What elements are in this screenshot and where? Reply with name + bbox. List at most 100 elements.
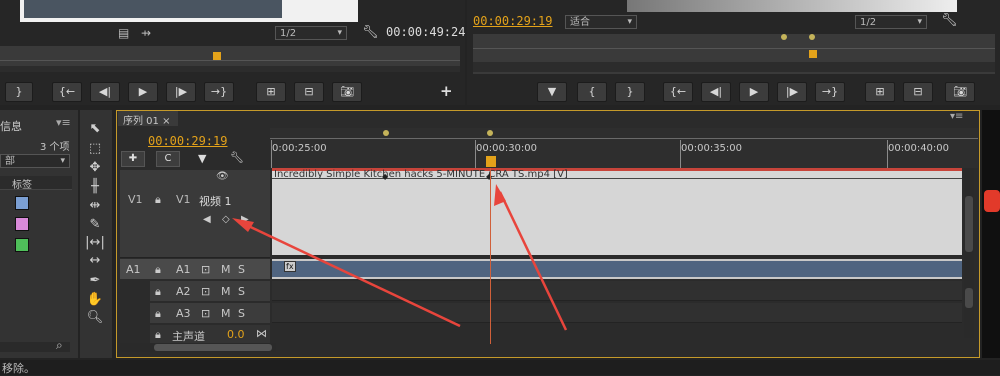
timeline-wrench-icon[interactable]: 🔧︎	[230, 151, 244, 164]
label-column-header[interactable]: 标签	[0, 176, 72, 191]
wrench-icon[interactable]: 🔧︎	[941, 13, 958, 28]
label-swatch-blue[interactable]	[15, 196, 29, 210]
add-marker-icon[interactable]: ▼	[198, 152, 206, 165]
label-swatch-green[interactable]	[15, 238, 29, 252]
prev-keyframe-icon[interactable]: ◀	[203, 214, 211, 225]
a3-sync-icon[interactable]: ⊡	[201, 307, 210, 320]
program-step-forward-button[interactable]: |▶	[777, 82, 807, 102]
slide-tool-icon[interactable]: ↔	[84, 252, 106, 270]
program-go-in-button[interactable]: {←	[663, 82, 693, 102]
source-play-button[interactable]: ▶	[128, 82, 158, 102]
audio-waveform-icon[interactable]: ⇸	[141, 26, 151, 40]
v1-source-label[interactable]: V1	[128, 193, 143, 206]
a2-sync-icon[interactable]: ⊡	[201, 285, 210, 298]
lock-icon[interactable]: 🔒︎	[155, 193, 161, 207]
label-swatch-pink[interactable]	[15, 217, 29, 231]
timeline-ruler[interactable]: 0:00:25:00 00:00:30:00 00:00:35:00 00:00…	[270, 128, 978, 168]
wrench-icon[interactable]: 🔧︎	[362, 25, 379, 40]
playhead-handle[interactable]	[486, 156, 496, 167]
pen-tool-icon[interactable]: ✒	[84, 272, 106, 290]
program-go-out-button[interactable]: →}	[815, 82, 845, 102]
source-insert-button[interactable]: ⊞	[256, 82, 286, 102]
keyframe-icon[interactable]: ◆	[382, 172, 388, 181]
source-zoom-select[interactable]: 1/2	[275, 26, 347, 40]
a2-mute-button[interactable]: M	[221, 285, 231, 298]
lock-icon[interactable]: 🔒︎	[155, 307, 161, 321]
a1-source-label[interactable]: A1	[126, 263, 141, 276]
a1-solo-button[interactable]: S	[238, 263, 245, 276]
timeline-horizontal-scrollbar[interactable]	[120, 343, 276, 352]
selection-tool-icon[interactable]: ⬉	[84, 120, 106, 138]
rate-stretch-tool-icon[interactable]: ⇹	[84, 197, 106, 215]
out-point-marker-icon[interactable]	[487, 130, 493, 136]
timeline-menu-icon[interactable]: ▾≡	[950, 111, 963, 122]
program-extract-button[interactable]: ⊟	[903, 82, 933, 102]
film-icon[interactable]: ▤	[118, 26, 129, 40]
master-volume-value[interactable]: 0.0	[227, 328, 245, 341]
razor-tool-icon[interactable]: ✎	[84, 216, 106, 234]
zoom-tool-icon[interactable]: 🔍︎	[84, 309, 106, 327]
a2-target-label[interactable]: A2	[176, 285, 191, 298]
bin-select[interactable]: 部	[0, 154, 70, 168]
slip-tool-icon[interactable]: |↔|	[84, 234, 106, 252]
program-mini-ruler[interactable]	[473, 34, 995, 74]
linked-selection-button[interactable]: C	[156, 151, 180, 167]
hand-tool-icon[interactable]: ✋	[84, 291, 106, 309]
next-keyframe-icon[interactable]: ▶	[241, 214, 249, 225]
info-tab[interactable]: 信息	[0, 118, 22, 134]
source-go-out-button[interactable]: →}	[204, 82, 234, 102]
project-panel: 信息 ▾≡ 3 个项 部 标签 ⌕	[0, 110, 78, 358]
source-add-button-icon[interactable]: +	[440, 82, 453, 100]
timeline-vertical-scrollbar[interactable]	[964, 168, 974, 338]
program-mark-out-button[interactable]: }	[615, 82, 645, 102]
timeline-timecode[interactable]: 00:00:29:19	[148, 134, 227, 148]
a1-target-label[interactable]: A1	[176, 263, 191, 276]
rolling-edit-tool-icon[interactable]: ╫	[84, 178, 106, 196]
program-mark-in-button[interactable]: {	[577, 82, 607, 102]
a3-mute-button[interactable]: M	[221, 307, 231, 320]
search-icon[interactable]: ⌕	[56, 338, 63, 353]
a1-mute-button[interactable]: M	[221, 263, 231, 276]
timeline-tab[interactable]: 序列 01 ×	[118, 111, 178, 127]
track-select-tool-icon[interactable]: ⬚	[84, 140, 106, 158]
source-step-back-button[interactable]: ◀|	[90, 82, 120, 102]
program-fit-select[interactable]: 适合	[565, 15, 637, 29]
audio-clip[interactable]: fx	[272, 259, 962, 279]
source-step-forward-button[interactable]: |▶	[166, 82, 196, 102]
source-in-marker[interactable]	[213, 52, 221, 60]
master-track-label: 主声道	[172, 330, 205, 343]
ripple-edit-tool-icon[interactable]: ✥	[84, 159, 106, 177]
video-clip[interactable]: Incredibly Simple Kitchen hacks 5-MINUTE…	[272, 168, 962, 255]
out-marker-icon[interactable]	[809, 34, 815, 40]
a2-solo-button[interactable]: S	[238, 285, 245, 298]
a1-sync-icon[interactable]: ⊡	[201, 263, 210, 276]
program-play-button[interactable]: ▶	[739, 82, 769, 102]
eye-icon[interactable]: 👁︎	[216, 171, 229, 182]
program-step-back-button[interactable]: ◀|	[701, 82, 731, 102]
program-timecode[interactable]: 00:00:29:19	[473, 14, 552, 28]
program-zoom-select[interactable]: 1/2	[855, 15, 927, 29]
program-playhead[interactable]	[809, 50, 817, 58]
a3-target-label[interactable]: A3	[176, 307, 191, 320]
program-camera-button[interactable]: 📷︎	[945, 82, 975, 102]
in-marker-icon[interactable]	[781, 34, 787, 40]
source-mark-out-button[interactable]: }	[5, 82, 33, 102]
master-end-icon[interactable]: ⋈	[256, 327, 267, 340]
lock-icon[interactable]: 🔒︎	[155, 328, 161, 342]
in-point-marker-icon[interactable]	[383, 130, 389, 136]
add-keyframe-icon[interactable]: ◇	[222, 214, 230, 225]
program-marker-button[interactable]: ▼	[537, 82, 567, 102]
source-timecode: 00:00:49:24	[386, 25, 466, 39]
lock-icon[interactable]: 🔒︎	[155, 285, 161, 299]
source-go-in-button[interactable]: {←	[52, 82, 82, 102]
snap-button[interactable]: ✚	[121, 151, 145, 167]
program-lift-button[interactable]: ⊞	[865, 82, 895, 102]
source-mini-ruler[interactable]	[0, 46, 460, 72]
v1-target-label[interactable]: V1	[176, 193, 191, 206]
panel-menu-icon[interactable]: ▾≡	[56, 116, 71, 129]
source-overwrite-button[interactable]: ⊟	[294, 82, 324, 102]
ruler-label-4: 00:00:40:00	[888, 143, 950, 154]
source-camera-button[interactable]: 📷︎	[332, 82, 362, 102]
a3-solo-button[interactable]: S	[238, 307, 245, 320]
lock-icon[interactable]: 🔒︎	[155, 263, 161, 277]
